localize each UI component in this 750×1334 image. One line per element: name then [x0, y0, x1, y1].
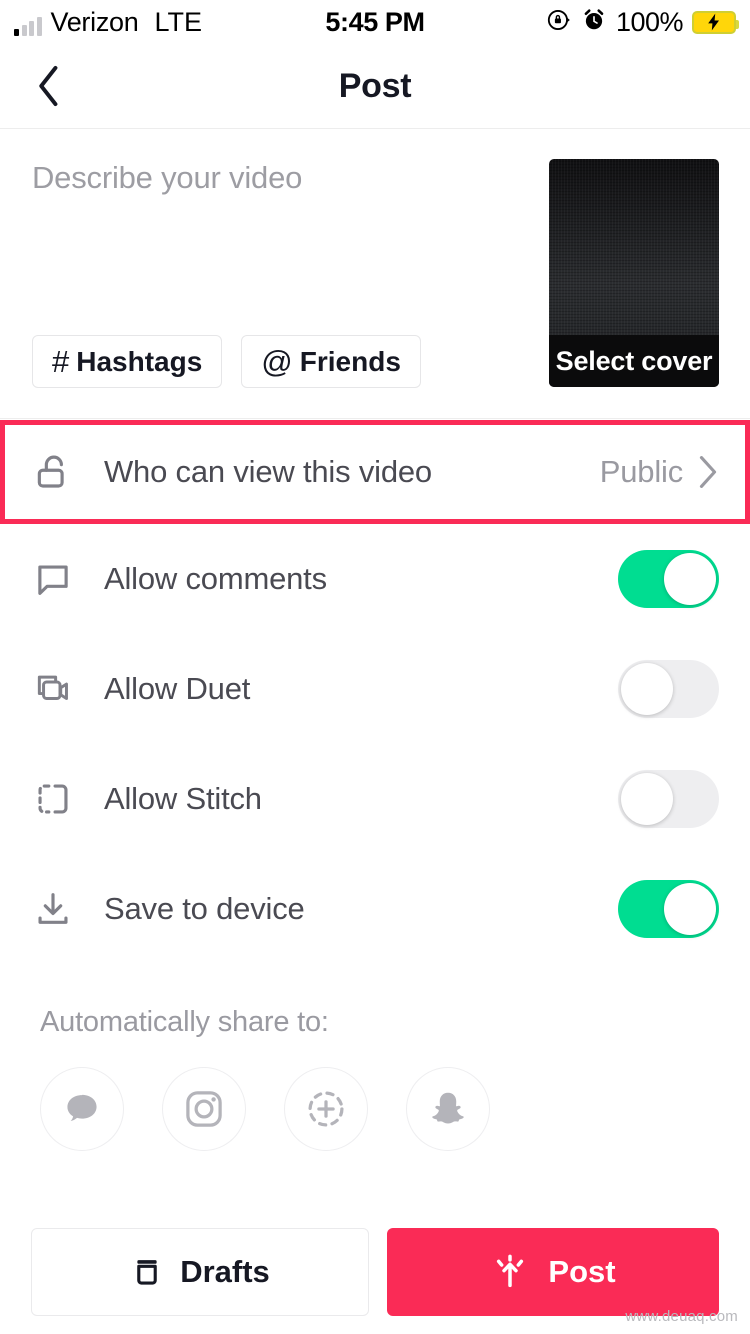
post-button-label: Post: [548, 1254, 616, 1289]
alarm-clock-icon: [581, 7, 607, 38]
snapchat-share-icon[interactable]: [406, 1067, 490, 1151]
allow-comments-toggle[interactable]: [618, 550, 719, 608]
friends-chip-label: Friends: [299, 345, 401, 377]
hashtag-icon: #: [52, 344, 70, 379]
download-icon: [30, 888, 76, 930]
toggle-knob: [664, 553, 716, 605]
save-to-device-right: [618, 880, 719, 938]
instagram-story-share-icon[interactable]: [284, 1067, 368, 1151]
site-watermark: www.deuaq.com: [625, 1308, 738, 1325]
archive-box-icon: [137, 1260, 157, 1285]
navigation-bar: Post: [0, 44, 750, 129]
battery-percent: 100%: [615, 6, 684, 37]
back-button[interactable]: [14, 51, 84, 121]
describe-section: Describe your video # Hashtags @ Friends…: [0, 129, 750, 419]
page-title: Post: [338, 66, 412, 105]
allow-duet-label: Allow Duet: [104, 671, 251, 706]
chevron-left-icon: [39, 65, 58, 107]
auto-share-section: Automatically share to:: [0, 964, 750, 1151]
drafts-button-label: Drafts: [180, 1254, 270, 1289]
auto-share-title: Automatically share to:: [40, 1006, 329, 1038]
save-to-device-row[interactable]: Save to device: [0, 854, 750, 964]
allow-stitch-right: [618, 770, 719, 828]
tiktok-post-screen: Verizon LTE 5:45 PM 100% Post Describe y…: [0, 0, 750, 1334]
privacy-value: Public: [599, 454, 683, 489]
chevron-right-icon: [699, 456, 717, 488]
save-to-device-toggle[interactable]: [618, 880, 719, 938]
privacy-row-highlight: Who can view this video Public: [0, 420, 750, 524]
publish-arrow-icon: [497, 1254, 524, 1288]
allow-stitch-label: Allow Stitch: [104, 781, 262, 816]
allow-duet-toggle[interactable]: [618, 660, 719, 718]
hashtags-chip-label: Hashtags: [76, 345, 203, 377]
unlocked-padlock-icon: [30, 451, 76, 493]
drafts-button[interactable]: Drafts: [31, 1228, 369, 1316]
status-bar: Verizon LTE 5:45 PM 100%: [0, 0, 750, 44]
hashtags-chip[interactable]: # Hashtags: [32, 335, 223, 388]
post-button[interactable]: Post: [387, 1228, 719, 1316]
instagram-share-icon[interactable]: [162, 1067, 246, 1151]
snapchat-ghost-icon: [432, 1092, 464, 1124]
describe-chips: # Hashtags @ Friends: [32, 335, 421, 388]
save-to-device-label: Save to device: [104, 891, 305, 926]
allow-comments-label: Allow comments: [104, 561, 327, 596]
rotation-lock-icon: [546, 7, 572, 38]
toggle-knob: [664, 883, 716, 935]
instagram-story-plus-icon: [308, 1091, 344, 1127]
auto-share-targets: [40, 1067, 750, 1151]
toggle-knob: [621, 773, 673, 825]
allow-duet-row[interactable]: Allow Duet: [0, 634, 750, 744]
friends-chip[interactable]: @ Friends: [241, 335, 421, 388]
instagram-icon: [186, 1091, 222, 1127]
allow-duet-right: [618, 660, 719, 718]
toggle-knob: [621, 663, 673, 715]
stitch-bracket-icon: [30, 778, 76, 820]
allow-stitch-toggle[interactable]: [618, 770, 719, 828]
select-cover-thumbnail[interactable]: Select cover: [549, 159, 719, 387]
who-can-view-row[interactable]: Who can view this video Public: [5, 425, 745, 519]
select-cover-label: Select cover: [549, 335, 719, 387]
message-bubble-icon: [67, 1094, 97, 1121]
messages-share-icon[interactable]: [40, 1067, 124, 1151]
settings-rows: Who can view this video Public Allow com…: [0, 419, 750, 964]
allow-stitch-row[interactable]: Allow Stitch: [0, 744, 750, 854]
comment-bubble-icon: [30, 558, 76, 600]
who-can-view-right: Public: [600, 454, 719, 490]
allow-comments-row[interactable]: Allow comments: [0, 524, 750, 634]
allow-comments-right: [618, 550, 719, 608]
status-bar-right: 100%: [546, 6, 739, 38]
battery-charging-icon: [692, 10, 739, 34]
duet-camera-icon: [30, 668, 76, 710]
who-can-view-label: Who can view this video: [104, 454, 432, 489]
at-mention-icon: @: [261, 344, 293, 379]
